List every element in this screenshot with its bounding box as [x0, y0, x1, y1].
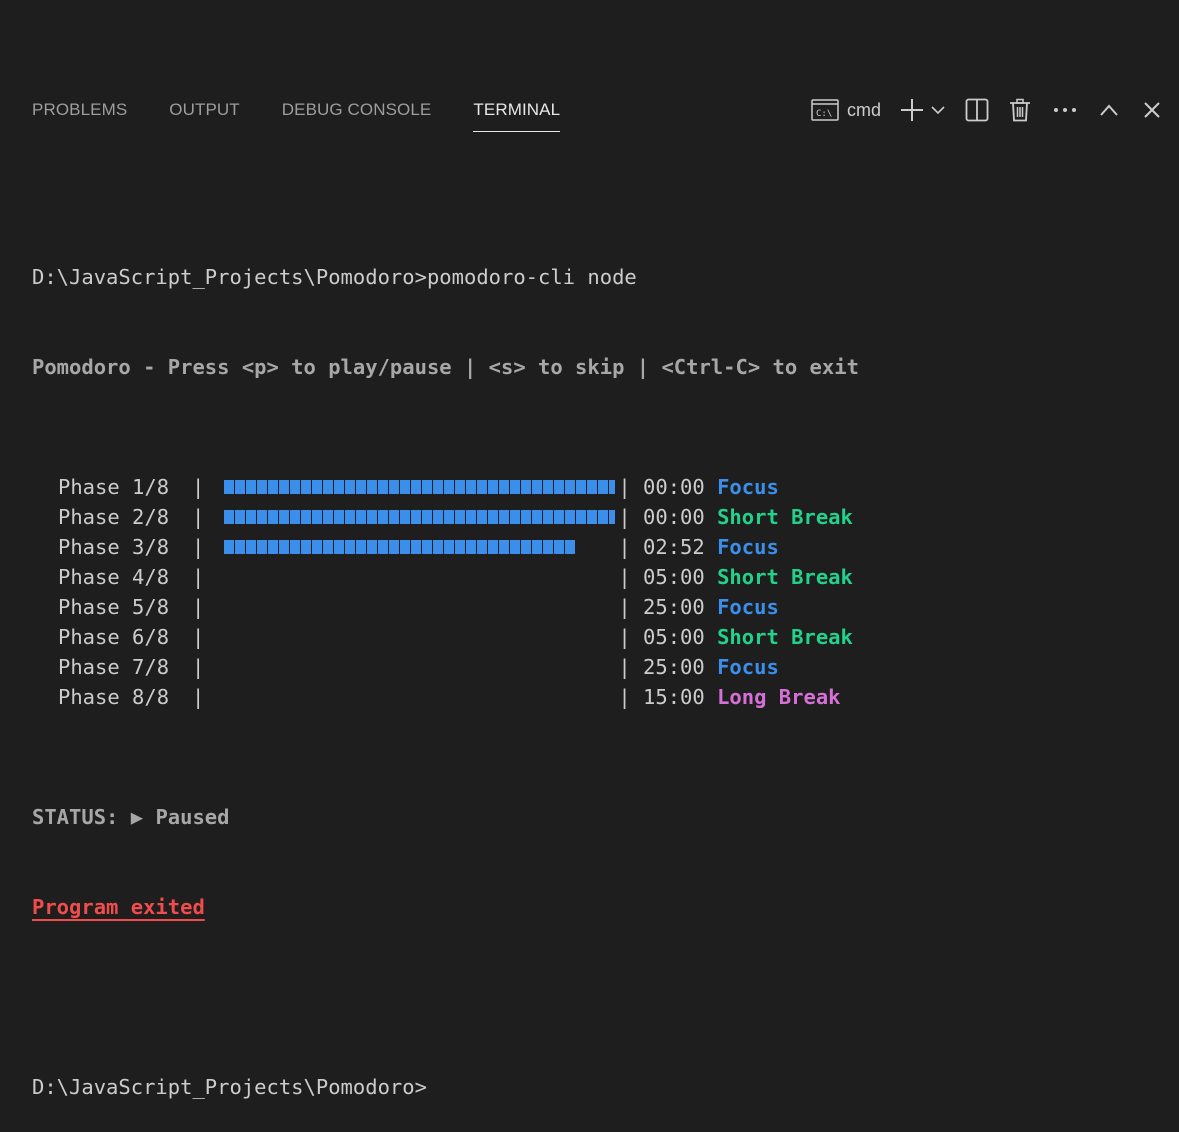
phase-name: Phase 4/8	[58, 565, 170, 589]
more-actions-button[interactable]	[1053, 106, 1077, 114]
progress-bar-fill	[224, 540, 577, 554]
shell-label: cmd	[846, 99, 881, 120]
separator: |	[618, 505, 644, 529]
tab-terminal[interactable]: TERMINAL	[473, 82, 560, 138]
phase-time: 05:00	[643, 625, 705, 649]
kill-terminal-button[interactable]	[1009, 98, 1031, 122]
terminal-cmd-icon: C:\	[811, 98, 839, 122]
phase-time: 05:00	[643, 565, 705, 589]
phase-time: 15:00	[643, 685, 705, 709]
chevron-up-icon	[1099, 103, 1119, 117]
phase-list: Phase 1/8 | | 00:00 Focus Phase 2/8 | | 00:00…	[32, 472, 1162, 712]
exit-message: Program exited	[32, 895, 205, 919]
progress-bar-fill	[224, 480, 616, 494]
progress-bar-fill	[224, 510, 616, 524]
progress-bar	[204, 532, 618, 562]
phase-name: Phase 3/8	[58, 535, 170, 559]
progress-bar	[204, 472, 618, 502]
pomodoro-header: Pomodoro - Press <p> to play/pause | <s>…	[32, 355, 859, 379]
phase-name: Phase 2/8	[58, 505, 170, 529]
command-prompt: D:\JavaScript_Projects\Pomodoro>pomodoro…	[32, 265, 637, 289]
panel-actions: C:\ cmd	[811, 82, 1161, 138]
phase-row: Phase 7/8 | | 25:00 Focus	[32, 652, 1162, 682]
trash-icon	[1009, 98, 1031, 122]
terminal-line-command: D:\JavaScript_Projects\Pomodoro>pomodoro…	[32, 262, 1162, 292]
terminal-output[interactable]: D:\JavaScript_Projects\Pomodoro>pomodoro…	[32, 202, 1162, 1132]
phase-label: Focus	[717, 655, 779, 679]
phase-row: Phase 3/8 | | 02:52 Focus	[32, 532, 1162, 562]
panel-tabs: PROBLEMS OUTPUT DEBUG CONSOLE TERMINAL	[32, 82, 602, 138]
separator: |	[618, 685, 644, 709]
separator: |	[618, 535, 644, 559]
phase-name: Phase 6/8	[58, 625, 170, 649]
phase-row: Phase 1/8 | | 00:00 Focus	[32, 472, 1162, 502]
terminal-line-header: Pomodoro - Press <p> to play/pause | <s>…	[32, 352, 1162, 382]
split-icon	[965, 98, 989, 122]
separator: |	[192, 625, 205, 649]
panel-header: PROBLEMS OUTPUT DEBUG CONSOLE TERMINAL C…	[0, 82, 1179, 138]
tab-output[interactable]: OUTPUT	[169, 82, 239, 138]
phase-row: Phase 4/8 | | 05:00 Short Break	[32, 562, 1162, 592]
close-panel-button[interactable]	[1143, 101, 1161, 119]
phase-label: Focus	[717, 475, 779, 499]
progress-bar	[204, 622, 618, 652]
separator: |	[192, 565, 205, 589]
separator: |	[192, 595, 205, 619]
status-value: Paused	[155, 805, 230, 829]
phase-label: Focus	[717, 595, 779, 619]
progress-bar	[204, 592, 618, 622]
progress-bar	[204, 502, 618, 532]
plus-icon	[899, 97, 925, 123]
new-terminal-button[interactable]	[899, 97, 945, 123]
phase-label: Short Break	[717, 505, 853, 529]
phase-row: Phase 2/8 | | 00:00 Short Break	[32, 502, 1162, 532]
phase-label: Focus	[717, 535, 779, 559]
svg-text:C:\: C:\	[816, 109, 832, 119]
phase-label: Long Break	[717, 685, 841, 709]
phase-row: Phase 5/8 | | 25:00 Focus	[32, 592, 1162, 622]
maximize-panel-button[interactable]	[1099, 103, 1119, 117]
chevron-down-icon[interactable]	[931, 105, 945, 115]
progress-bar	[204, 652, 618, 682]
separator: |	[192, 685, 205, 709]
separator: |	[192, 655, 205, 679]
phase-name: Phase 8/8	[58, 685, 170, 709]
final-prompt: D:\JavaScript_Projects\Pomodoro>	[32, 1075, 427, 1099]
separator: |	[192, 505, 205, 529]
phase-label: Short Break	[717, 625, 853, 649]
tab-problems[interactable]: PROBLEMS	[32, 82, 127, 138]
phase-time: 00:00	[643, 475, 705, 499]
separator: |	[618, 475, 644, 499]
phase-row: Phase 6/8 | | 05:00 Short Break	[32, 622, 1162, 652]
separator: |	[618, 565, 644, 589]
phase-time: 02:52	[643, 535, 705, 559]
status-line: STATUS: ▶ Paused	[32, 802, 1162, 832]
progress-bar	[204, 682, 618, 712]
more-icon	[1053, 106, 1077, 114]
final-prompt-line: D:\JavaScript_Projects\Pomodoro>	[32, 1072, 1162, 1102]
tab-debug-console[interactable]: DEBUG CONSOLE	[282, 82, 432, 138]
split-terminal-button[interactable]	[965, 98, 989, 122]
exit-line: Program exited	[32, 892, 1162, 922]
separator: |	[618, 625, 644, 649]
separator: |	[618, 595, 644, 619]
separator: |	[618, 655, 644, 679]
phase-label: Short Break	[717, 565, 853, 589]
phase-name: Phase 1/8	[58, 475, 170, 499]
close-icon	[1143, 101, 1161, 119]
phase-name: Phase 5/8	[58, 595, 170, 619]
progress-bar	[204, 562, 618, 592]
play-icon: ▶	[130, 805, 144, 829]
phase-name: Phase 7/8	[58, 655, 170, 679]
separator: |	[192, 535, 205, 559]
phase-time: 00:00	[643, 505, 705, 529]
phase-row: Phase 8/8 | | 15:00 Long Break	[32, 682, 1162, 712]
phase-time: 25:00	[643, 595, 705, 619]
separator: |	[192, 475, 205, 499]
status-label: STATUS:	[32, 805, 119, 829]
phase-time: 25:00	[643, 655, 705, 679]
shell-selector[interactable]: C:\ cmd	[811, 98, 881, 122]
